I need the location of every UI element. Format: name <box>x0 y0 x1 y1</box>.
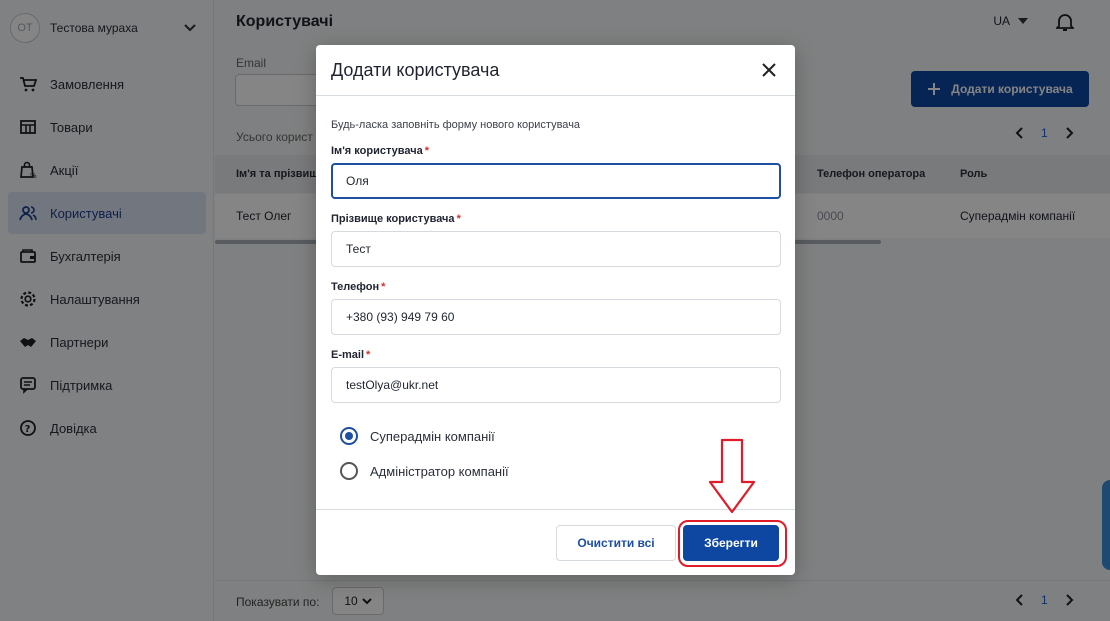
last-name-input[interactable]: Тест <box>331 231 781 267</box>
save-button[interactable]: Зберегти <box>683 525 779 561</box>
phone-label: Телефон * <box>331 281 386 293</box>
role-option-superadmin[interactable]: Суперадмін компанії <box>340 427 495 445</box>
radio-checked[interactable] <box>340 427 358 445</box>
clear-all-button[interactable]: Очистити всі <box>556 525 676 561</box>
email-label: E-mail * <box>331 349 371 361</box>
role-option-label: Адміністратор компанії <box>370 463 509 479</box>
form-hint: Будь-ласка заповніть форму нового корист… <box>331 119 581 131</box>
role-option-label: Суперадмін компанії <box>370 428 495 444</box>
role-option-admin[interactable]: Адміністратор компанії <box>340 462 509 480</box>
first-name-label: Ім'я користувача * <box>331 145 429 157</box>
arrow-down-annotation-icon <box>708 438 756 514</box>
modal-header: Додати користувача <box>316 45 795 96</box>
phone-input[interactable]: +380 (93) 949 79 60 <box>331 299 781 335</box>
last-name-label: Прізвище користувача * <box>331 213 461 225</box>
first-name-input[interactable]: Оля <box>331 163 781 199</box>
email-input[interactable]: testOlya@ukr.net <box>331 367 781 403</box>
close-icon <box>762 63 776 77</box>
radio-unchecked[interactable] <box>340 462 358 480</box>
close-button[interactable] <box>759 60 779 80</box>
modal-title: Додати користувача <box>331 60 500 80</box>
modal-footer: Очистити всі Зберегти <box>316 509 795 575</box>
